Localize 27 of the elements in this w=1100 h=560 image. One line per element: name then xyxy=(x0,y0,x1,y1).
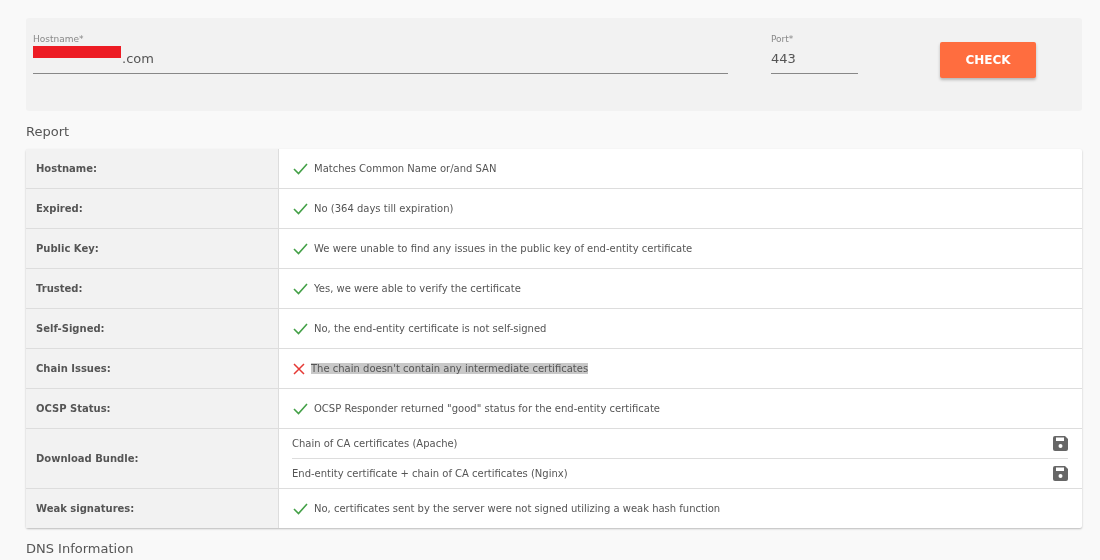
row-label: Expired: xyxy=(26,189,279,228)
row-label: OCSP Status: xyxy=(26,389,279,428)
row-label: Self-Signed: xyxy=(26,309,279,348)
row-label: Weak signatures: xyxy=(26,489,279,528)
download-link[interactable]: End-entity certificate + chain of CA certificates (Nginx) xyxy=(292,468,568,479)
result-text: No, the end-entity certificate is not self-signed xyxy=(314,323,547,334)
result-text: OCSP Responder returned "good" status for the end-entity certificate xyxy=(314,403,660,414)
row-label: Trusted: xyxy=(26,269,279,308)
port-field[interactable]: 443 xyxy=(771,48,858,73)
selected-result-text: The chain doesn't contain any intermediate certificates xyxy=(311,363,589,374)
result-text: No, certificates sent by the server were not signed utilizing a weak hash function xyxy=(314,503,721,514)
report-heading: Report xyxy=(26,124,71,139)
download-link[interactable]: Chain of CA certificates (Apache) xyxy=(292,438,458,449)
dns-heading: DNS Information xyxy=(26,541,135,556)
port-label: Port* xyxy=(771,34,795,44)
save-icon[interactable] xyxy=(1053,436,1068,451)
row-label: Chain Issues: xyxy=(26,349,279,388)
hostname-label: Hostname* xyxy=(33,34,85,44)
row-label: Hostname: xyxy=(26,149,279,188)
result-text: Matches Common Name or/and SAN xyxy=(314,163,497,174)
row-label: Public Key: xyxy=(26,229,279,268)
result-text: No (364 days till expiration) xyxy=(314,203,454,214)
row-label: Download Bundle: xyxy=(26,429,279,488)
save-icon[interactable] xyxy=(1053,466,1068,481)
result-text: We were unable to find any issues in the public key of end-entity certificate xyxy=(314,243,693,254)
result-text: Yes, we were able to verify the certificate xyxy=(314,283,521,294)
hostname-field[interactable]: .com xyxy=(33,48,728,73)
